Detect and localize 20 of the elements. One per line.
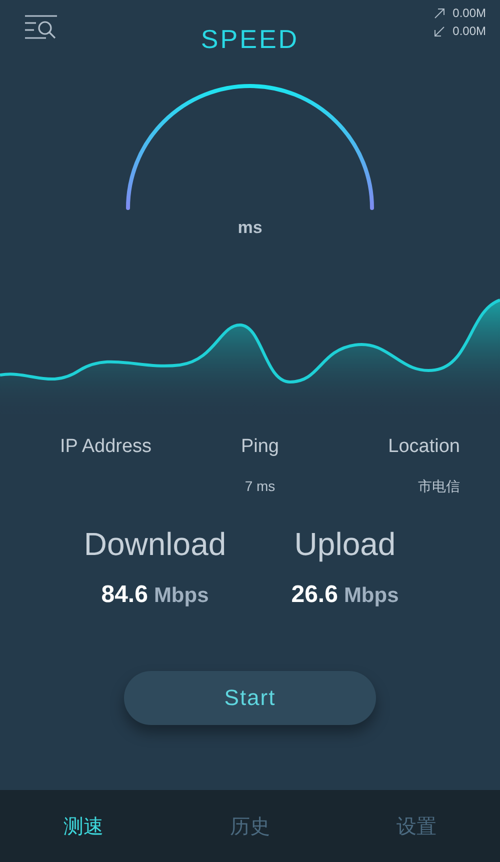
upload-total: 0.00M (452, 6, 486, 20)
speed-value: 26.6 (291, 581, 338, 609)
speed-value: 84.6 (101, 581, 148, 609)
download-total: 0.00M (452, 24, 486, 38)
nav-tab[interactable]: 测速 (59, 808, 108, 844)
app-title: SPEED (200, 23, 300, 55)
search-menu-icon[interactable] (24, 14, 58, 40)
info-label: Ping (240, 436, 279, 458)
info-label: IP Address (60, 436, 152, 458)
speed-unit: Mbps (344, 584, 399, 608)
info-value: 7 ms (244, 478, 276, 496)
upload-arrow-icon (434, 8, 445, 18)
result-label: Upload (294, 526, 396, 563)
ping-unit: ms (238, 218, 262, 238)
speed-unit: Mbps (154, 584, 209, 608)
info-value: 市电信 (418, 478, 460, 496)
download-arrow-icon (434, 26, 445, 36)
start-button[interactable]: Start (124, 671, 376, 725)
info-label: Location (388, 436, 460, 458)
result-label: Download (84, 526, 226, 563)
